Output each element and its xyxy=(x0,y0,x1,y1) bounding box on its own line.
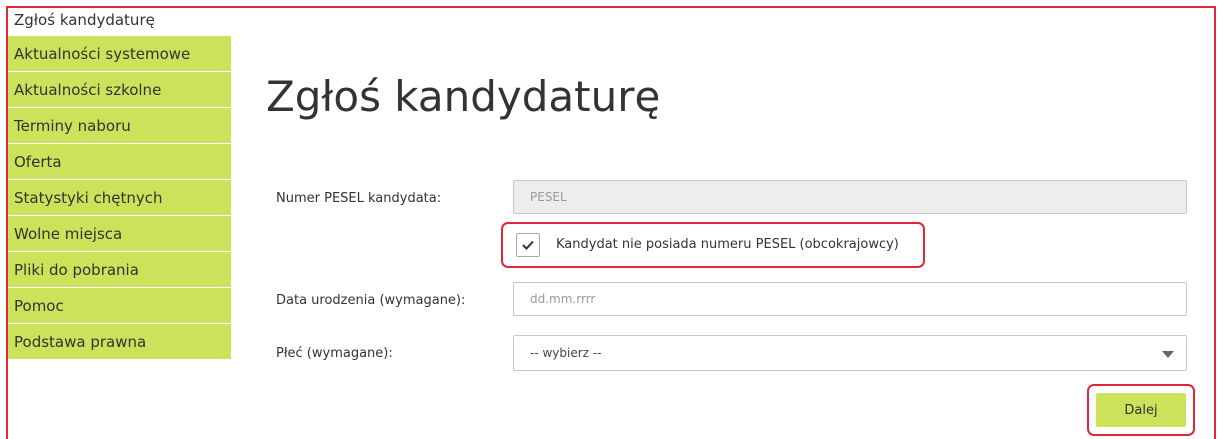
sidebar-item-statystyki-chetnych[interactable]: Statystyki chętnych xyxy=(8,180,231,216)
next-button[interactable]: Dalej xyxy=(1096,393,1186,427)
birth-date-input[interactable] xyxy=(513,282,1187,316)
caret-down-icon xyxy=(1162,351,1174,358)
no-pesel-checkbox[interactable] xyxy=(516,233,540,257)
checkmark-icon xyxy=(522,240,534,250)
sidebar-item-aktualnosci-szkolne[interactable]: Aktualności szkolne xyxy=(8,72,231,108)
sidebar-item-podstawa-prawna[interactable]: Podstawa prawna xyxy=(8,324,231,360)
page-title: Zgłoś kandydaturę xyxy=(266,72,661,121)
gender-select-value: -- wybierz -- xyxy=(530,346,602,360)
sidebar-item-aktualnosci-systemowe[interactable]: Aktualności systemowe xyxy=(8,36,231,72)
pesel-label: Numer PESEL kandydata: xyxy=(276,191,442,206)
sidebar-item-pliki-do-pobrania[interactable]: Pliki do pobrania xyxy=(8,252,231,288)
app-frame: Zgłoś kandydaturę Aktualności systemowe … xyxy=(6,6,1216,439)
pesel-input[interactable] xyxy=(513,180,1187,214)
main-content: Zgłoś kandydaturę Numer PESEL kandydata:… xyxy=(231,8,1214,439)
sidebar-item-oferta[interactable]: Oferta xyxy=(8,144,231,180)
gender-select[interactable]: -- wybierz -- xyxy=(513,335,1187,371)
no-pesel-label[interactable]: Kandydat nie posiada numeru PESEL (obcok… xyxy=(556,237,899,252)
sidebar-nav: Zgłoś kandydaturę Aktualności systemowe … xyxy=(8,8,231,360)
sidebar-item-terminy-naboru[interactable]: Terminy naboru xyxy=(8,108,231,144)
birth-date-label: Data urodzenia (wymagane): xyxy=(276,293,466,308)
no-pesel-highlight: Kandydat nie posiada numeru PESEL (obcok… xyxy=(501,222,925,268)
next-button-highlight: Dalej xyxy=(1087,384,1195,436)
gender-label: Płeć (wymagane): xyxy=(276,346,393,361)
sidebar-item-zglos-kandydature[interactable]: Zgłoś kandydaturę xyxy=(8,8,231,36)
sidebar-item-wolne-miejsca[interactable]: Wolne miejsca xyxy=(8,216,231,252)
sidebar-item-pomoc[interactable]: Pomoc xyxy=(8,288,231,324)
